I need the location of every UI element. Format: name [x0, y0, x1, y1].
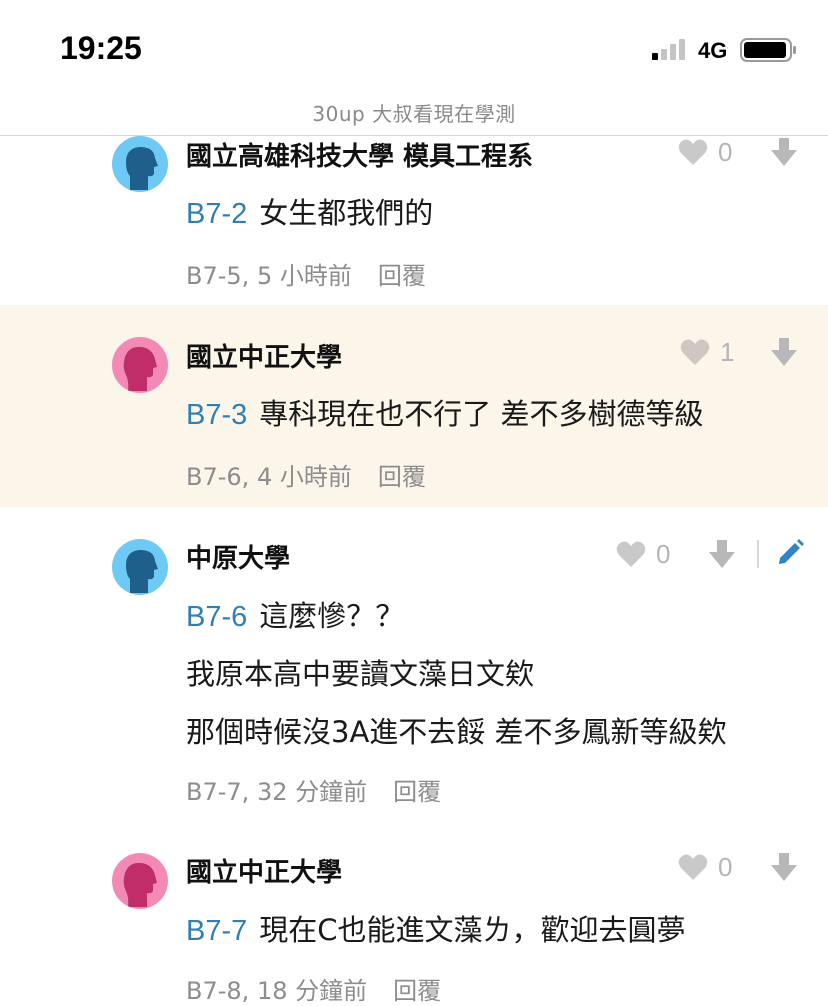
female-avatar-icon[interactable]: [112, 853, 168, 909]
floor-reference-link[interactable]: B7-3: [186, 399, 247, 431]
like-button[interactable]: 0: [616, 538, 670, 570]
comment-text-line: 這麼慘？？: [259, 599, 405, 633]
comment-floor: B7-6: [186, 463, 242, 491]
arrow-down-icon[interactable]: [770, 336, 798, 368]
comment-time: 18 分鐘前: [256, 977, 368, 1005]
heart-icon: [680, 339, 710, 365]
comment-text: B7-7 現在C也能進文藻ㄌ，歡迎去圓夢: [186, 907, 686, 949]
like-count: 0: [656, 538, 671, 569]
floor-reference-link[interactable]: B7-6: [186, 601, 247, 633]
like-button[interactable]: 0: [678, 136, 732, 168]
comment-author[interactable]: 中原大學: [186, 538, 290, 575]
comment-meta: B7-5, 5 小時前 回覆: [186, 262, 426, 290]
comment-floor: B7-8: [186, 977, 242, 1005]
male-avatar-icon[interactable]: [112, 136, 168, 192]
reply-button[interactable]: 回覆: [378, 463, 426, 491]
male-avatar-icon[interactable]: [112, 539, 168, 595]
like-button[interactable]: 1: [680, 336, 734, 368]
battery-icon: [740, 38, 796, 62]
comment-floor: B7-7: [186, 778, 242, 806]
signal-icon: [652, 39, 685, 60]
comment-meta: B7-7, 32 分鐘前 回覆: [186, 778, 442, 806]
comment-meta: B7-8, 18 分鐘前 回覆: [186, 977, 442, 1005]
reply-button[interactable]: 回覆: [393, 977, 441, 1005]
comment-item: 國立高雄科技大學 模具工程系 0 B7-2 女生都我們的 B7-5, 5 小時前回…: [0, 136, 828, 304]
comment-text-line: 那個時候沒3A進不去餒 差不多鳳新等級欸: [186, 715, 727, 749]
like-count: 1: [720, 336, 735, 367]
comment-author[interactable]: 國立中正大學: [186, 852, 342, 889]
floor-reference-link[interactable]: B7-2: [186, 198, 247, 230]
like-button[interactable]: 0: [678, 851, 732, 883]
heart-icon: [678, 139, 708, 165]
like-count: 0: [718, 851, 733, 882]
comment-text-line: 現在C也能進文藻ㄌ，歡迎去圓夢: [259, 913, 686, 947]
thread-header: 30up 大叔看現在學測: [0, 90, 828, 136]
status-bar: 19:25 4G: [0, 0, 828, 90]
comment-floor: B7-5: [186, 262, 242, 290]
comment-time: 5 小時前: [256, 262, 352, 290]
heart-icon: [678, 854, 708, 880]
comment-time: 4 小時前: [256, 463, 352, 491]
arrow-down-icon[interactable]: [770, 136, 798, 168]
status-time: 19:25: [60, 30, 142, 66]
comment-text-line: 我原本高中要讀文藻日文欸: [186, 657, 535, 691]
comment-meta: B7-6, 4 小時前 回覆: [186, 463, 426, 491]
comment-text: B7-6 這麼慘？？: [186, 593, 404, 635]
comment-time: 32 分鐘前: [256, 778, 368, 806]
female-avatar-icon[interactable]: [112, 337, 168, 393]
comment-item: 中原大學 0 B7-6 這麼慘？？ 我原本高中要讀文藻日文欸 那個時候沒3A進不去…: [0, 507, 828, 823]
like-count: 0: [718, 136, 733, 167]
action-divider: [757, 540, 759, 568]
comment-text-line: 女生都我們的: [259, 196, 434, 230]
arrow-down-icon[interactable]: [770, 851, 798, 883]
reply-button[interactable]: 回覆: [393, 778, 441, 806]
comment-item-highlighted: 國立中正大學 1 B7-3 專科現在也不行了 差不多樹德等級 B7-6, 4 小時…: [0, 305, 828, 507]
comment-text: B7-3 專科現在也不行了 差不多樹德等級: [186, 391, 704, 433]
comment-item: 國立中正大學 0 B7-7 現在C也能進文藻ㄌ，歡迎去圓夢 B7-8, 18 分鐘…: [0, 823, 828, 1005]
floor-reference-link[interactable]: B7-7: [186, 915, 247, 947]
heart-icon: [616, 541, 646, 567]
reply-button[interactable]: 回覆: [378, 262, 426, 290]
thread-title[interactable]: 30up 大叔看現在學測: [312, 98, 515, 127]
pencil-icon[interactable]: [776, 539, 804, 567]
network-type: 4G: [698, 38, 728, 63]
arrow-down-icon[interactable]: [708, 538, 736, 570]
comment-author[interactable]: 國立中正大學: [186, 337, 342, 374]
comment-author[interactable]: 國立高雄科技大學 模具工程系: [186, 136, 533, 173]
comment-text: B7-2 女生都我們的: [186, 190, 433, 232]
comment-text-line: 專科現在也不行了 差不多樹德等級: [259, 397, 704, 431]
